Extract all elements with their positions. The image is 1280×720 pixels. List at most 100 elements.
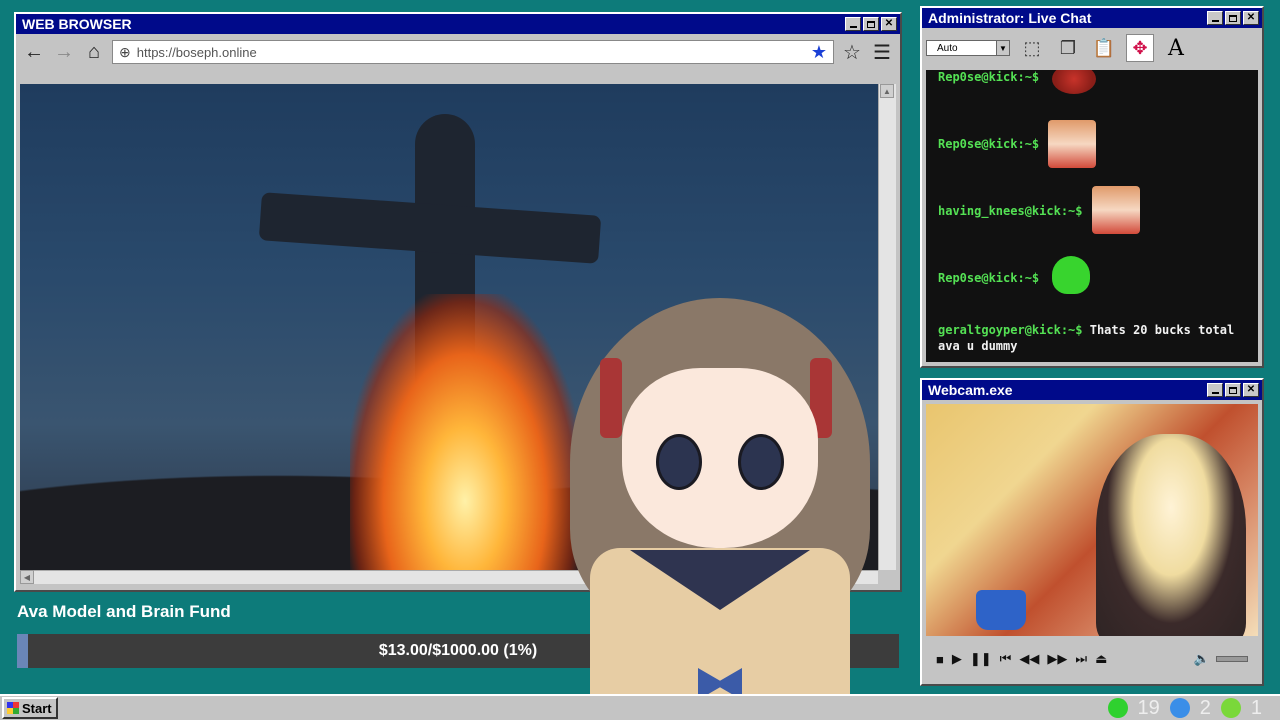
url-text: https://boseph.online <box>136 44 257 60</box>
play-circle-icon[interactable] <box>1220 698 1241 718</box>
avatar-eye-left <box>656 434 702 490</box>
home-icon: ⌂ <box>87 40 101 63</box>
play-icon[interactable]: ▶ <box>952 651 962 667</box>
chat-message: geraltgoyper@kick:~$ Thats 20 bucks tota… <box>938 322 1248 354</box>
star-outline-icon: ☆ <box>843 41 861 64</box>
vtuber-avatar <box>570 298 870 720</box>
scroll-left-icon[interactable]: ◀ <box>20 570 34 584</box>
windows-logo-icon <box>7 702 19 714</box>
font-letter-icon: A <box>1168 35 1184 61</box>
stop-icon[interactable]: ■ <box>936 652 944 667</box>
taskbar: Start 19 2 1 <box>0 694 1280 720</box>
paste-button[interactable]: 📋 <box>1090 34 1118 62</box>
anime-boy-image <box>1096 434 1246 636</box>
webcam-feed <box>926 404 1258 636</box>
minimize-icon <box>1211 20 1219 22</box>
volume-slider[interactable] <box>1216 656 1248 662</box>
maximize-button[interactable] <box>1225 11 1241 25</box>
eject-icon[interactable]: ⏏ <box>1095 651 1107 667</box>
hamburger-menu-icon: ☰ <box>873 41 891 64</box>
maximize-icon <box>1229 14 1237 22</box>
webcam-title: Webcam.exe <box>928 382 1013 398</box>
clipboard-icon: 📋 <box>1092 37 1116 58</box>
back-button[interactable]: ← <box>22 40 46 64</box>
maximize-icon <box>1229 386 1237 394</box>
chat-toolbar: Auto ▼ ⬚ ❐ 📋 ✥ A <box>922 28 1262 68</box>
move-tool-button[interactable]: ✥ <box>1126 34 1154 62</box>
close-icon: ✕ <box>1246 384 1256 395</box>
moon-icon[interactable] <box>1169 698 1190 718</box>
forward-arrow-icon: → <box>54 40 74 63</box>
chat-username: having_knees@kick:~$ <box>938 204 1083 218</box>
emote-red-blob <box>1052 70 1096 94</box>
webcam-titlebar[interactable]: Webcam.exe ✕ <box>922 380 1262 400</box>
rewind-icon[interactable]: ◀◀ <box>1019 651 1039 667</box>
pause-icon[interactable]: ❚❚ <box>970 651 992 667</box>
fire-image <box>350 294 580 570</box>
minimize-button[interactable] <box>1207 11 1223 25</box>
close-button[interactable]: ✕ <box>1243 11 1259 25</box>
copy-button[interactable]: ❐ <box>1054 34 1082 62</box>
volume-control[interactable]: 🔈 <box>1194 651 1248 667</box>
emote-anime-girl <box>1092 186 1140 234</box>
maximize-button[interactable] <box>863 17 879 31</box>
favorites-button[interactable]: ☆ <box>840 40 864 64</box>
avatar-hair-bow-left <box>600 358 622 438</box>
chat-titlebar[interactable]: Administrator: Live Chat ✕ <box>922 8 1262 28</box>
avatar-eye-right <box>738 434 784 490</box>
scroll-up-icon[interactable]: ▲ <box>880 84 894 98</box>
back-arrow-icon: ← <box>24 40 44 63</box>
skip-forward-icon[interactable]: ⏭ <box>1075 651 1087 667</box>
move-arrows-icon: ✥ <box>1132 37 1148 58</box>
chat-username: Rep0se@kick:~$ <box>938 271 1040 285</box>
minimize-icon <box>1211 392 1219 394</box>
live-chat-window: Administrator: Live Chat ✕ Auto ▼ ⬚ ❐ 📋 … <box>920 6 1264 368</box>
marquee-select-icon: ⬚ <box>1023 37 1041 58</box>
globe-icon: ⊕ <box>119 43 131 60</box>
webcam-window: Webcam.exe ✕ ■ ▶ ❚❚ ⏮ ◀◀ ▶▶ ⏭ ⏏ 🔈 <box>920 378 1264 686</box>
chat-username: Rep0se@kick:~$ <box>938 137 1040 151</box>
font-size-select[interactable]: Auto ▼ <box>926 40 1010 56</box>
maximize-button[interactable] <box>1225 383 1241 397</box>
fast-forward-icon[interactable]: ▶▶ <box>1047 651 1067 667</box>
close-button[interactable]: ✕ <box>1243 383 1259 397</box>
close-icon: ✕ <box>1246 12 1256 23</box>
moon-count: 2 <box>1199 696 1211 719</box>
media-controls: ■ ▶ ❚❚ ⏮ ◀◀ ▶▶ ⏭ ⏏ 🔈 <box>926 644 1258 674</box>
emote-anime-girl <box>1048 120 1096 168</box>
chat-title: Administrator: Live Chat <box>928 10 1092 26</box>
browser-toolbar: ← → ⌂ ⊕ https://boseph.online ★ ☆ ☰ <box>16 34 900 70</box>
minimize-button[interactable] <box>1207 383 1223 397</box>
play-count: 1 <box>1250 696 1262 719</box>
fund-title: Ava Model and Brain Fund <box>17 602 231 621</box>
speaker-icon: 🔈 <box>1193 651 1210 666</box>
kick-icon[interactable] <box>1107 698 1128 718</box>
vertical-scrollbar[interactable]: ▲ <box>878 84 896 570</box>
font-button[interactable]: A <box>1162 34 1190 62</box>
kick-count: 19 <box>1137 696 1160 719</box>
menu-button[interactable]: ☰ <box>870 40 894 64</box>
minimize-icon <box>849 26 857 28</box>
browser-title: WEB BROWSER <box>22 16 132 32</box>
forward-button[interactable]: → <box>52 40 76 64</box>
minimize-button[interactable] <box>845 17 861 31</box>
chevron-down-icon: ▼ <box>996 41 1009 55</box>
avatar-face <box>622 368 818 548</box>
chat-log[interactable]: Rep0se@kick:~$ Rep0se@kick:~$ having_kne… <box>926 70 1258 362</box>
system-tray: 19 2 1 <box>1107 696 1280 720</box>
select-tool-button[interactable]: ⬚ <box>1018 34 1046 62</box>
chat-username: Rep0se@kick:~$ <box>938 70 1040 84</box>
address-bar[interactable]: ⊕ https://boseph.online ★ <box>112 40 834 64</box>
emote-green-ghost <box>1052 256 1090 294</box>
skip-back-icon[interactable]: ⏮ <box>1000 651 1012 667</box>
start-button[interactable]: Start <box>2 697 58 719</box>
chat-username: geraltgoyper@kick:~$ <box>938 323 1083 337</box>
bookmark-star-icon[interactable]: ★ <box>811 42 827 63</box>
close-button[interactable]: ✕ <box>881 17 897 31</box>
home-button[interactable]: ⌂ <box>82 40 106 64</box>
maximize-icon <box>867 20 875 28</box>
start-label: Start <box>22 700 52 716</box>
browser-titlebar[interactable]: WEB BROWSER ✕ <box>16 14 900 34</box>
blue-mug-image <box>976 590 1026 630</box>
copy-icon: ❐ <box>1059 37 1077 58</box>
